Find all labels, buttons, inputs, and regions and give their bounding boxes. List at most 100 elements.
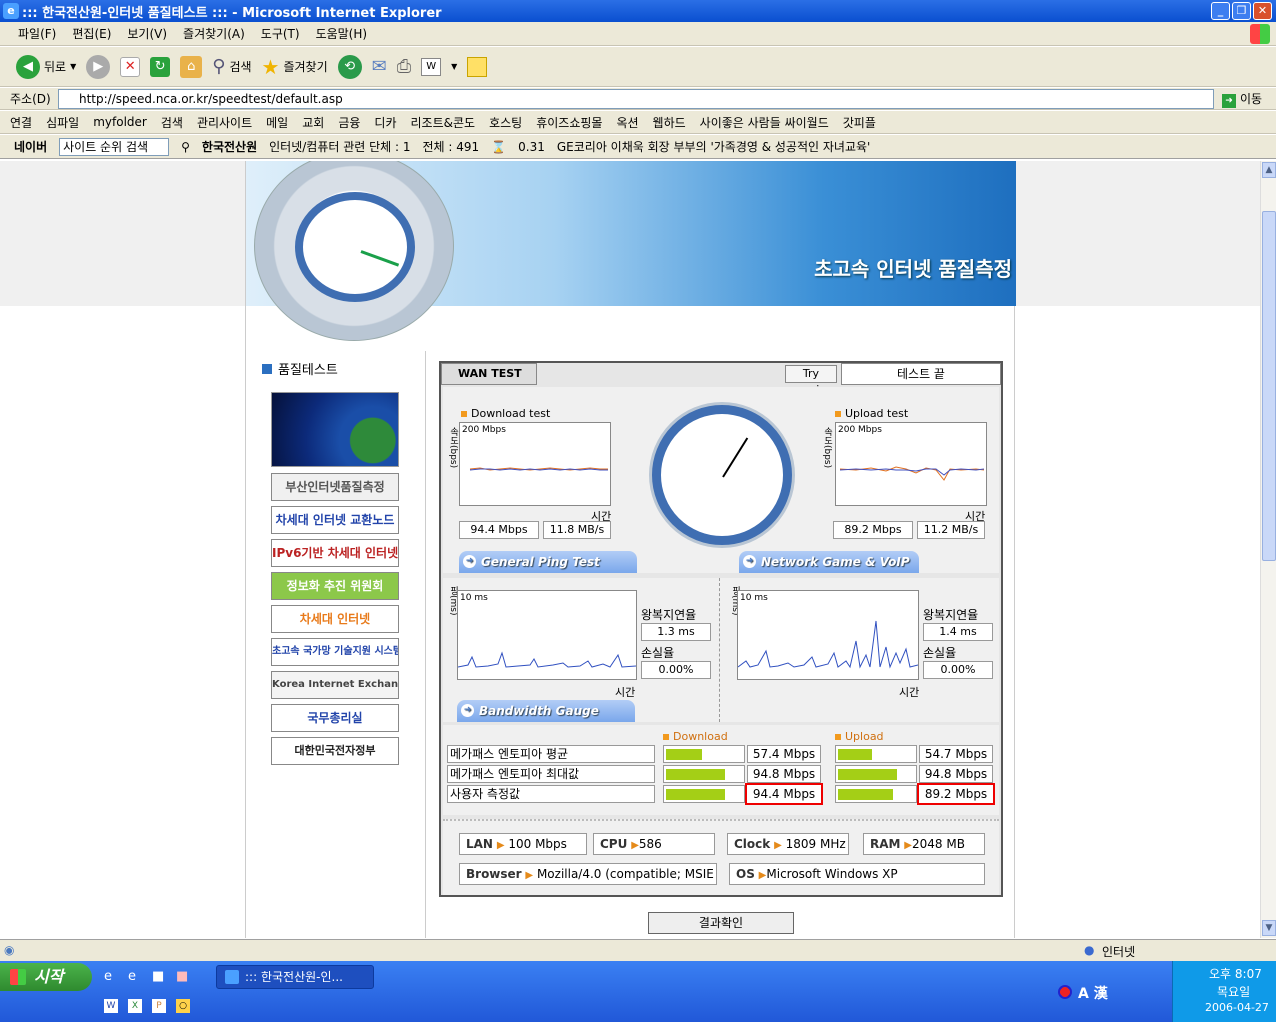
menu-edit[interactable]: 편집(E) xyxy=(72,25,111,42)
try-again-button[interactable]: Try again xyxy=(785,365,837,396)
arrow-icon: ▶ xyxy=(496,840,505,851)
restore-button[interactable]: ❐ xyxy=(1232,2,1251,20)
favorites-button[interactable]: ★ 즐겨찾기 xyxy=(262,55,328,79)
word-icon[interactable]: W xyxy=(104,999,118,1013)
link-item[interactable]: myfolder xyxy=(93,115,147,129)
tab-bandwidth-gauge[interactable]: ➜ Bandwidth Gauge xyxy=(457,700,635,722)
link-item[interactable]: 리조트&콘도 xyxy=(411,114,476,131)
edit-button[interactable]: W xyxy=(421,57,442,76)
result-button[interactable]: 결과확인 xyxy=(648,912,794,934)
naver-brand[interactable]: 네이버 xyxy=(14,138,47,155)
taskbar-window-button[interactable]: ::: 한국전산원-인... xyxy=(216,965,374,989)
scroll-thumb[interactable] xyxy=(1262,211,1276,561)
naver-category[interactable]: 인터넷/컴퓨터 관련 단체 : 1 xyxy=(269,138,410,155)
naver-news[interactable]: GE코리아 이채욱 회장 부부의 '가족경영 & 성공적인 자녀교육' xyxy=(557,138,870,155)
sidebar-banner[interactable]: 부산인터넷품질측정 xyxy=(271,473,399,501)
taskbar: 시작 e e ■ ■ W X P ○ ::: 한국전산원-인... A 漢 오후… xyxy=(0,961,1276,1022)
sidebar-banner[interactable]: 초고속 국가망 기술지원 시스템 xyxy=(271,638,399,666)
upload-title-label: Upload test xyxy=(845,407,909,420)
address-input[interactable]: http://speed.nca.or.kr/speedtest/default… xyxy=(58,89,1214,109)
link-item[interactable]: 사이좋은 사람들 싸이월드 xyxy=(700,114,829,131)
naver-search-input[interactable]: 사이트 순위 검색 xyxy=(59,137,170,156)
scroll-down-button[interactable]: ▼ xyxy=(1262,920,1276,936)
status-bar: ◉ ● 인터넷 xyxy=(0,939,1276,961)
back-button[interactable]: ◀ 뒤로 ▼ xyxy=(16,54,76,79)
tab-general-ping-test[interactable]: ➜ General Ping Test xyxy=(459,551,637,573)
tab-wan-test[interactable]: WAN TEST xyxy=(441,363,537,385)
close-button[interactable]: ✕ xyxy=(1253,2,1272,20)
ping-tab-label: General Ping Test xyxy=(481,555,600,569)
menu-help[interactable]: 도움말(H) xyxy=(316,25,368,42)
ime-indicator[interactable]: A 漢 xyxy=(1078,983,1108,1003)
link-item[interactable]: 디카 xyxy=(374,114,396,131)
game-xlabel: 시간 xyxy=(899,686,920,699)
tab-network-game-voip-test[interactable]: ➜Network Game & VoIP Test xyxy=(739,551,919,591)
sidebar-banner[interactable]: 국무총리실 xyxy=(271,704,399,732)
bw-row-label: 사용자 측정값 xyxy=(447,785,655,803)
quicklaunch-save-icon[interactable]: ■ xyxy=(152,969,164,984)
link-item[interactable]: 웹하드 xyxy=(653,114,686,131)
link-item[interactable]: 관리사이트 xyxy=(197,114,252,131)
messenger-button[interactable] xyxy=(467,56,488,77)
info-lan-value: 100 Mbps xyxy=(508,837,567,851)
go-arrow-icon: ➜ xyxy=(1222,94,1236,108)
sidebar-banner[interactable]: 차세대 인터넷 교환노드 xyxy=(271,506,399,534)
search-button[interactable]: ⚲ 검색 xyxy=(212,56,251,77)
app-icon[interactable]: ○ xyxy=(176,999,190,1013)
link-item[interactable]: 옥션 xyxy=(616,114,638,131)
address-label: 주소(D) xyxy=(10,92,51,106)
sidebar-banner[interactable]: 차세대 인터넷 xyxy=(271,605,399,633)
refresh-button[interactable]: ↻ xyxy=(150,56,171,77)
scroll-up-button[interactable]: ▲ xyxy=(1262,162,1276,178)
vertical-scrollbar[interactable]: ▲ ▼ xyxy=(1260,161,1276,938)
bw-bar xyxy=(663,745,745,763)
bw-value-user-download: 94.4 Mbps xyxy=(745,783,823,805)
powerpoint-icon[interactable]: P xyxy=(152,999,166,1013)
menu-tools[interactable]: 도구(T) xyxy=(261,25,300,42)
link-item[interactable]: 메일 xyxy=(266,114,288,131)
search-icon[interactable]: ⚲ xyxy=(181,140,190,154)
forward-button[interactable]: ▶ xyxy=(86,54,111,79)
info-lan-label: LAN xyxy=(466,837,493,851)
sidebar-banner[interactable]: 대한민국전자정부 xyxy=(271,737,399,765)
stop-button[interactable]: ✕ xyxy=(120,56,141,77)
excel-icon[interactable]: X xyxy=(128,999,142,1013)
sidebar-banner[interactable]: 정보화 추진 위원회 xyxy=(271,572,399,600)
link-item[interactable]: 호스팅 xyxy=(489,114,522,131)
naver-total[interactable]: 전체 : 491 xyxy=(423,138,480,155)
sidebar-banner[interactable]: Korea Internet Exchange xyxy=(271,671,399,699)
menu-bar: 파일(F) 편집(E) 보기(V) 즐겨찾기(A) 도구(T) 도움말(H) xyxy=(0,22,1276,46)
print-button[interactable]: ⎙ xyxy=(397,56,411,77)
home-button[interactable]: ⌂ xyxy=(180,55,203,78)
chevron-down-icon[interactable]: ▼ xyxy=(451,62,457,71)
link-item[interactable]: 금융 xyxy=(338,114,360,131)
start-label: 시작 xyxy=(34,967,64,986)
quicklaunch-explorer-icon[interactable]: e xyxy=(128,969,136,984)
link-item[interactable]: 갓피플 xyxy=(843,114,876,131)
ping-loss-label: 손실율 xyxy=(641,646,675,660)
menu-file[interactable]: 파일(F) xyxy=(18,25,56,42)
language-flag-icon[interactable] xyxy=(1058,985,1072,999)
quicklaunch-app-icon[interactable]: ■ xyxy=(176,969,188,984)
link-item[interactable]: 심파일 xyxy=(46,114,79,131)
quicklaunch-ie-icon[interactable]: e xyxy=(104,969,112,984)
menu-view[interactable]: 보기(V) xyxy=(127,25,167,42)
bw-bar xyxy=(663,785,745,803)
naver-org[interactable]: 한국전산원 xyxy=(202,138,257,155)
link-item[interactable]: 교회 xyxy=(302,114,324,131)
sidebar: 품질테스트 부산인터넷품질측정 차세대 인터넷 교환노드 IPv6기반 차세대 … xyxy=(246,351,426,938)
link-item[interactable]: 휴이즈쇼핑몰 xyxy=(536,114,602,131)
windows-logo-icon xyxy=(1250,24,1270,44)
links-label: 연결 xyxy=(10,115,33,130)
sidebar-banner[interactable]: IPv6기반 차세대 인터넷망 xyxy=(271,539,399,567)
start-button[interactable]: 시작 xyxy=(0,963,92,991)
minimize-button[interactable]: _ xyxy=(1211,2,1230,20)
ping-pane: 핑(ms) 10 ms 시간 왕복지연율 1.3 ms 손실율 0.00% 핑(… xyxy=(443,578,999,722)
go-button[interactable]: ➜ 이동 xyxy=(1222,90,1262,108)
history-button[interactable]: ⟲ xyxy=(337,54,362,79)
info-cpu-label: CPU xyxy=(600,837,628,851)
arrow-icon: ▶ xyxy=(525,870,534,881)
mail-button[interactable]: ✉ xyxy=(372,56,387,77)
menu-favorites[interactable]: 즐겨찾기(A) xyxy=(183,25,245,42)
link-item[interactable]: 검색 xyxy=(161,114,183,131)
